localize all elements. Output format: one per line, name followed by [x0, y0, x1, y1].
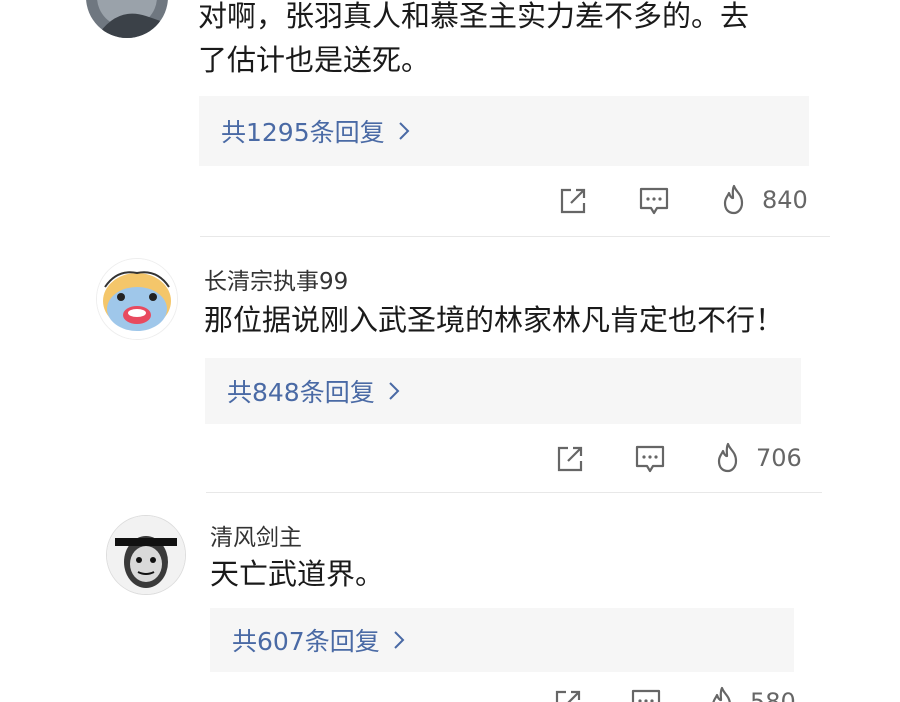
avatar-image	[86, 0, 168, 38]
share-icon	[555, 690, 581, 702]
share-icon	[560, 188, 586, 214]
comment-text: 对啊，张羽真人和慕圣主实力差不多的。去 了估计也是送死。	[198, 0, 749, 82]
divider	[200, 236, 830, 237]
comment-icon	[631, 689, 661, 702]
reply-count-label: 共1295条回复	[221, 118, 385, 147]
share-icon	[557, 446, 583, 472]
comment-text-line: 了估计也是送死。	[198, 43, 431, 77]
comment-text: 天亡武道界。	[210, 552, 384, 596]
view-replies-button[interactable]: 共848条回复	[205, 358, 801, 424]
like-count: 706	[756, 444, 802, 472]
comment-icon	[639, 187, 669, 215]
share-button[interactable]	[555, 444, 585, 474]
avatar[interactable]	[96, 258, 178, 340]
reply-count-label: 共607条回复	[232, 627, 380, 656]
share-button[interactable]	[558, 186, 588, 216]
comment-text: 那位据说刚入武圣境的林家林凡肯定也不行！	[204, 298, 784, 342]
username[interactable]: 长清宗执事99	[204, 262, 348, 296]
chevron-right-icon	[392, 629, 406, 651]
chevron-right-icon	[397, 120, 411, 142]
view-replies-button[interactable]: 共1295条回复	[199, 96, 809, 166]
like-button[interactable]: 840	[720, 184, 808, 216]
comment-text-line: 对啊，张羽真人和慕圣主实力差不多的。去	[198, 0, 750, 33]
avatar[interactable]	[86, 0, 168, 38]
comment-button[interactable]	[638, 186, 670, 216]
comment-feed: 对啊，张羽真人和慕圣主实力差不多的。去 了估计也是送死。 共1295条回复 84…	[0, 0, 900, 702]
chevron-right-icon	[387, 380, 401, 402]
flame-icon	[723, 184, 744, 215]
reply-count-label: 共848条回复	[227, 378, 375, 407]
username[interactable]: 清风剑主	[210, 518, 302, 552]
like-count: 840	[762, 186, 808, 214]
flame-icon	[717, 442, 738, 473]
like-button[interactable]: 580	[708, 686, 796, 702]
avatar-image	[97, 259, 177, 339]
like-button[interactable]: 706	[714, 442, 802, 474]
avatar-image	[107, 516, 185, 594]
like-count: 580	[750, 688, 796, 702]
comment-button[interactable]	[634, 444, 666, 474]
avatar[interactable]	[106, 515, 186, 595]
comment-text-line: 那位据说刚入武圣境的林家林凡肯定也不行！	[204, 303, 785, 337]
view-replies-button[interactable]: 共607条回复	[210, 608, 794, 672]
divider	[206, 492, 822, 493]
comment-text-line: 天亡武道界。	[210, 557, 385, 591]
share-button[interactable]	[553, 688, 583, 702]
comment-button[interactable]	[630, 688, 662, 702]
flame-icon	[712, 686, 731, 702]
comment-icon	[635, 445, 665, 473]
